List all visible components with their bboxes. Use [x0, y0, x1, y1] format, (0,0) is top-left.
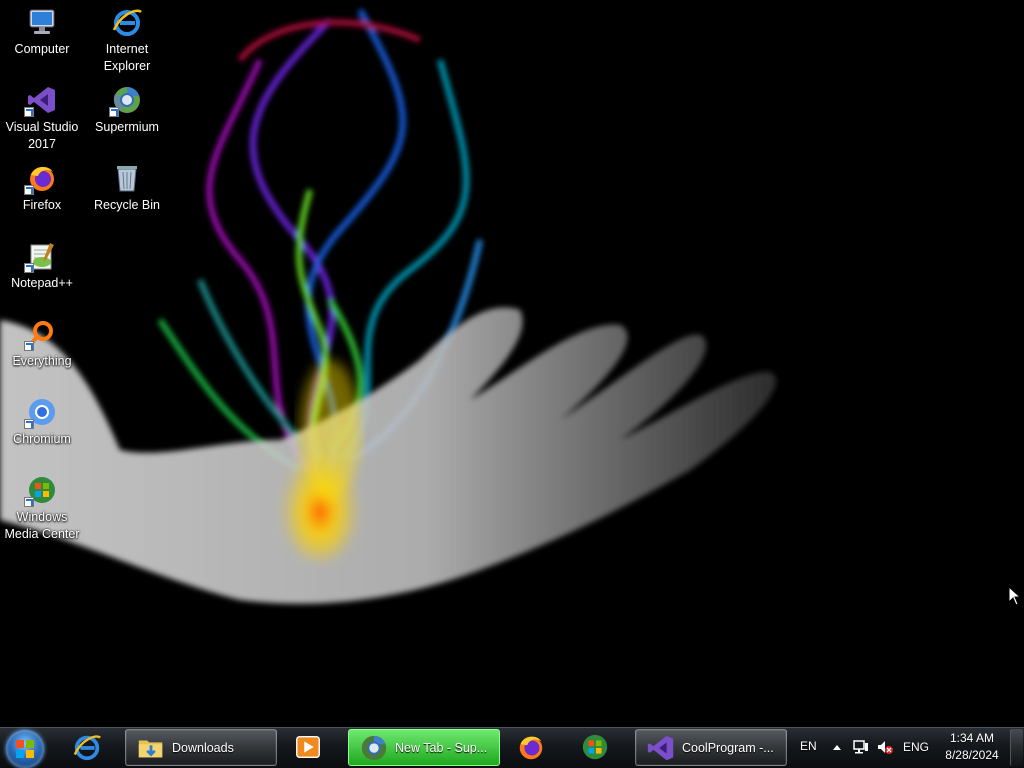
mouse-cursor-icon [1008, 585, 1022, 606]
folder-downloads-icon [136, 733, 166, 763]
shortcut-arrow-icon [24, 497, 34, 507]
supermium-icon [359, 733, 389, 763]
desktop-icon-label: Visual Studio 2017 [5, 120, 79, 151]
chromium-icon [24, 396, 58, 429]
shortcut-arrow-icon [24, 341, 34, 351]
taskbar-media-player[interactable] [283, 729, 339, 766]
clock-date: 8/28/2024 [945, 748, 999, 762]
supermium-icon [109, 84, 143, 117]
desktop-icon-label: Everything [12, 354, 72, 368]
notepad-plus-plus-icon [24, 240, 58, 273]
desktop-icon-firefox[interactable]: Firefox [0, 162, 84, 214]
desktop-icon-supermium[interactable]: Supermium [85, 84, 169, 136]
desktop-icon-internet-explorer[interactable]: Internet Explorer [85, 6, 169, 75]
windows-media-center-icon [24, 474, 58, 507]
desktop-icon-label: Chromium [13, 432, 71, 446]
taskbar-firefox[interactable] [506, 729, 562, 766]
desktop-icon-recycle-bin[interactable]: Recycle Bin [85, 162, 169, 214]
firefox-icon [516, 732, 546, 762]
windows-start-orb-icon [16, 740, 34, 758]
desktop-icon-label: Notepad++ [11, 276, 73, 290]
taskbar-item-label: CoolProgram -... [682, 741, 774, 755]
shortcut-arrow-icon [24, 263, 34, 273]
show-hidden-icons-chevron-icon[interactable] [828, 739, 846, 755]
desktop-icon-visual-studio[interactable]: Visual Studio 2017 [0, 84, 84, 153]
show-desktop-button[interactable] [1010, 729, 1023, 766]
desktop-icon-everything[interactable]: Everything [0, 318, 84, 370]
taskbar-downloads[interactable]: Downloads [125, 729, 277, 766]
media-player-icon [293, 732, 323, 762]
taskbar-windows-media-center[interactable] [570, 729, 626, 766]
taskbar: Downloads New Tab - Sup... CoolProgram -… [0, 727, 1024, 768]
shortcut-arrow-icon [109, 107, 119, 117]
internet-explorer-icon [72, 732, 102, 762]
firefox-icon [24, 162, 58, 195]
everything-icon [24, 318, 58, 351]
taskbar-supermium-new-tab[interactable]: New Tab - Sup... [348, 729, 500, 766]
computer-icon [26, 6, 58, 38]
input-language-indicator[interactable]: ENG [903, 740, 929, 754]
start-button[interactable] [6, 730, 44, 768]
desktop-icon-chromium[interactable]: Chromium [0, 396, 84, 448]
desktop-icon-label: Internet Explorer [103, 42, 151, 73]
taskbar-internet-explorer[interactable] [62, 729, 118, 766]
recycle-bin-icon [111, 162, 143, 194]
desktop-icon-computer[interactable]: Computer [0, 6, 84, 58]
visual-studio-icon [24, 84, 58, 117]
windows-media-center-icon [580, 732, 610, 762]
desktop-icon-label: Computer [14, 42, 70, 56]
taskbar-item-label: Downloads [172, 741, 234, 755]
desktop-icon-label: Recycle Bin [94, 198, 160, 212]
language-indicator[interactable]: EN [800, 739, 817, 753]
desktop-icon-label: Supermium [95, 120, 159, 134]
desktop-icon-windows-media-center[interactable]: Windows Media Center [0, 474, 84, 543]
network-icon[interactable] [852, 739, 870, 755]
taskbar-item-label: New Tab - Sup... [395, 741, 488, 755]
visual-studio-icon [646, 733, 676, 763]
taskbar-visual-studio-coolprogram[interactable]: CoolProgram -... [635, 729, 787, 766]
shortcut-arrow-icon [24, 107, 34, 117]
desktop-icon-notepad-plus-plus[interactable]: Notepad++ [0, 240, 84, 292]
internet-explorer-icon [111, 6, 143, 38]
shortcut-arrow-icon [24, 419, 34, 429]
desktop-icon-label: Firefox [22, 198, 62, 212]
shortcut-arrow-icon [24, 185, 34, 195]
clock[interactable]: 1:34 AM 8/28/2024 [940, 731, 1004, 762]
volume-muted-icon[interactable] [876, 739, 894, 755]
clock-time: 1:34 AM [949, 731, 995, 745]
desktop-icon-label: Windows Media Center [4, 510, 80, 541]
